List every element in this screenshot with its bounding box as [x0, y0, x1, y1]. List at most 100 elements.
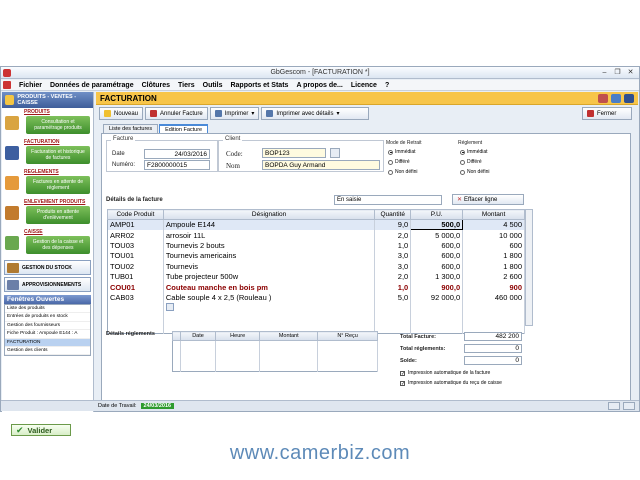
pu-edit-cell[interactable]: 500,0	[410, 218, 464, 231]
open-window-item[interactable]: FACTURATION	[5, 338, 90, 347]
reglement-immediat-radio[interactable]: Immédiat	[460, 149, 488, 155]
client-code-field[interactable]: BOP123	[262, 148, 326, 158]
window-title: GbGescom - [FACTURATION *]	[270, 69, 370, 76]
dropdown-arrow-icon[interactable]: ▾	[251, 110, 254, 117]
retrait-nondefini-radio[interactable]: Non défini	[388, 169, 418, 175]
title-bar: GbGescom - [FACTURATION *] – ❐ ✕	[1, 67, 639, 79]
retrait-differe-radio[interactable]: Différé	[388, 159, 410, 165]
table-row[interactable]: COU01 Couteau manche en bois pm 1,0 900,…	[107, 281, 525, 293]
close-form-icon[interactable]	[624, 94, 634, 103]
menu-apropos[interactable]: A propos de...	[296, 82, 342, 89]
client-nom-field[interactable]: BOPDA Guy Armand	[262, 160, 380, 170]
table-scrollbar[interactable]	[525, 209, 533, 326]
imprimer-details-button[interactable]: Imprimer avec détails ▾	[261, 107, 370, 120]
table-row[interactable]: CAB03 Cable souple 4 x 2,5 (Rouleau ) 5,…	[107, 292, 525, 303]
printer-details-icon	[266, 110, 274, 117]
table-row[interactable]: TUB01 Tube projecteur 500w 2,0 1 300,0 2…	[107, 271, 525, 282]
open-windows-title: Fenêtres Ouvertes	[4, 295, 91, 304]
date-field[interactable]: 24/03/2016	[144, 149, 210, 159]
reglement-differe-radio[interactable]: Différé	[460, 159, 482, 165]
table-row[interactable]: TOU03 Tournevis 2 bouts 1,0 600,0 600	[107, 240, 525, 251]
facturation-button[interactable]: Facturation et historique de factures	[26, 146, 90, 164]
status-s-icon[interactable]	[608, 402, 620, 410]
star-icon	[104, 110, 111, 117]
sidebar-section-facturation: FACTURATION Facturation et historique de…	[2, 138, 93, 168]
delete-icon: ✕	[457, 197, 463, 203]
menu-help[interactable]: ?	[385, 82, 389, 89]
col-montant[interactable]: Montant	[462, 209, 525, 220]
checkmark-icon: ✔	[16, 424, 24, 435]
col-code[interactable]: Code Produit	[107, 209, 164, 220]
mode-retrait-legend: Mode de Retrait	[386, 140, 422, 146]
open-window-item[interactable]: Gestion des fournisseurs	[5, 322, 90, 331]
search-client-icon[interactable]	[330, 148, 340, 158]
tab-liste-factures[interactable]: Liste des factures	[103, 124, 159, 133]
menu-outils[interactable]: Outils	[203, 82, 223, 89]
refresh-icon[interactable]	[611, 94, 621, 103]
reglement-nondefini-radio[interactable]: Non défini	[460, 169, 490, 175]
imprimer-button[interactable]: Imprimer ▾	[209, 107, 260, 120]
table-row[interactable]: TOU02 Tournevis 3,0 600,0 1 800	[107, 261, 525, 272]
fermer-button[interactable]: Fermer	[582, 107, 632, 120]
col-pu[interactable]: P.U.	[410, 209, 464, 220]
menu-rapports[interactable]: Rapports et Stats	[230, 82, 288, 89]
menu-tiers[interactable]: Tiers	[178, 82, 195, 89]
work-date-label: Date de Travail:	[98, 403, 137, 409]
retrait-immediat-radio[interactable]: Immédiat	[388, 149, 416, 155]
approvisionnements-button[interactable]: APPROVISIONNEMENTS	[4, 277, 91, 292]
col-quantite[interactable]: Quantité	[374, 209, 412, 220]
tab-bar: Liste des factures Edition Facture	[103, 124, 209, 133]
gestion-stock-button[interactable]: GESTION DU STOCK	[4, 260, 91, 275]
col-reg-heure[interactable]: Heure	[214, 331, 261, 341]
col-designation[interactable]: Désignation	[162, 209, 376, 220]
produits-button[interactable]: Consultation et paramétrage produits	[26, 116, 90, 134]
minimize-icon[interactable]: –	[599, 68, 610, 77]
menu-licence[interactable]: Licence	[351, 82, 377, 89]
tab-edition-facture[interactable]: Edition Facture	[159, 124, 209, 133]
numero-field[interactable]: F2800000015	[144, 160, 210, 170]
col-reg-date[interactable]: Date	[180, 331, 216, 341]
dropdown-arrow-icon[interactable]: ▾	[336, 110, 339, 117]
table-row-empty	[172, 340, 378, 372]
annuler-facture-button[interactable]: Annuler Facture	[145, 107, 208, 120]
lookup-product-icon[interactable]	[165, 302, 174, 311]
col-reg-montant[interactable]: Montant	[259, 331, 319, 341]
effacer-ligne-button[interactable]: ✕ Effacer ligne	[452, 194, 524, 205]
app-window: GbGescom - [FACTURATION *] – ❐ ✕ Fichier…	[0, 66, 640, 436]
toolbar: Nouveau Annuler Facture Imprimer ▾ Impri…	[96, 105, 638, 122]
menu-donnees[interactable]: Données de paramétrage	[50, 82, 134, 89]
col-reg-recu[interactable]: N° Reçu	[317, 331, 378, 341]
nouveau-button[interactable]: Nouveau	[99, 107, 144, 120]
table-row[interactable]: TOU01 Tournevis americains 3,0 600,0 1 8…	[107, 250, 525, 262]
valider-button[interactable]: ✔ Valider	[11, 424, 71, 436]
table-row-empty	[107, 313, 525, 324]
code-label: Code:	[226, 150, 243, 158]
exit-icon	[587, 110, 594, 117]
cancel-icon	[150, 110, 158, 117]
close-icon[interactable]: ✕	[625, 68, 636, 77]
checkbox-checked-icon: ✓	[400, 370, 406, 377]
truck-icon	[7, 279, 19, 290]
open-window-item[interactable]: Fiche Produit : Ampoule E144 : A	[5, 330, 90, 339]
status-calendar-icon[interactable]	[623, 402, 635, 410]
restore-icon[interactable]: ❐	[612, 68, 623, 77]
total-reglements-field: 0	[464, 344, 522, 353]
print-icon[interactable]	[598, 94, 608, 103]
auto-print-recu-checkbox[interactable]: ✓ Impression automatique du reçu de cais…	[400, 380, 502, 386]
reglements-table: Date Heure Montant N° Reçu	[172, 331, 378, 372]
menu-fichier[interactable]: Fichier	[19, 82, 42, 89]
table-row[interactable]: ARR02 arrosoir 11L 2,0 5 000,0 10 000	[107, 229, 525, 241]
caisse-button[interactable]: Gestion de la caisse et des dépenses	[26, 236, 90, 254]
open-window-item[interactable]: Gestion des clients	[5, 347, 90, 356]
table-row-empty[interactable]	[107, 302, 525, 314]
table-row[interactable]: AMP01 Ampoule E144 9,0 500,0 4 500	[107, 218, 525, 231]
menu-bar: Fichier Données de paramétrage Clôtures …	[1, 80, 639, 91]
open-window-item[interactable]: Liste des produits	[5, 305, 90, 314]
reglements-button[interactable]: Factures en attente de réglement	[26, 176, 90, 194]
facturation-header: FACTURATION	[96, 92, 638, 105]
open-window-item[interactable]: Entrées de produits en stock	[5, 313, 90, 322]
produits-icon	[5, 116, 19, 130]
menu-clotures[interactable]: Clôtures	[142, 82, 170, 89]
auto-print-facture-checkbox[interactable]: ✓ Impression automatique de la facture	[400, 370, 490, 376]
enlevement-button[interactable]: Produits en attente d'enlèvement	[26, 206, 90, 224]
